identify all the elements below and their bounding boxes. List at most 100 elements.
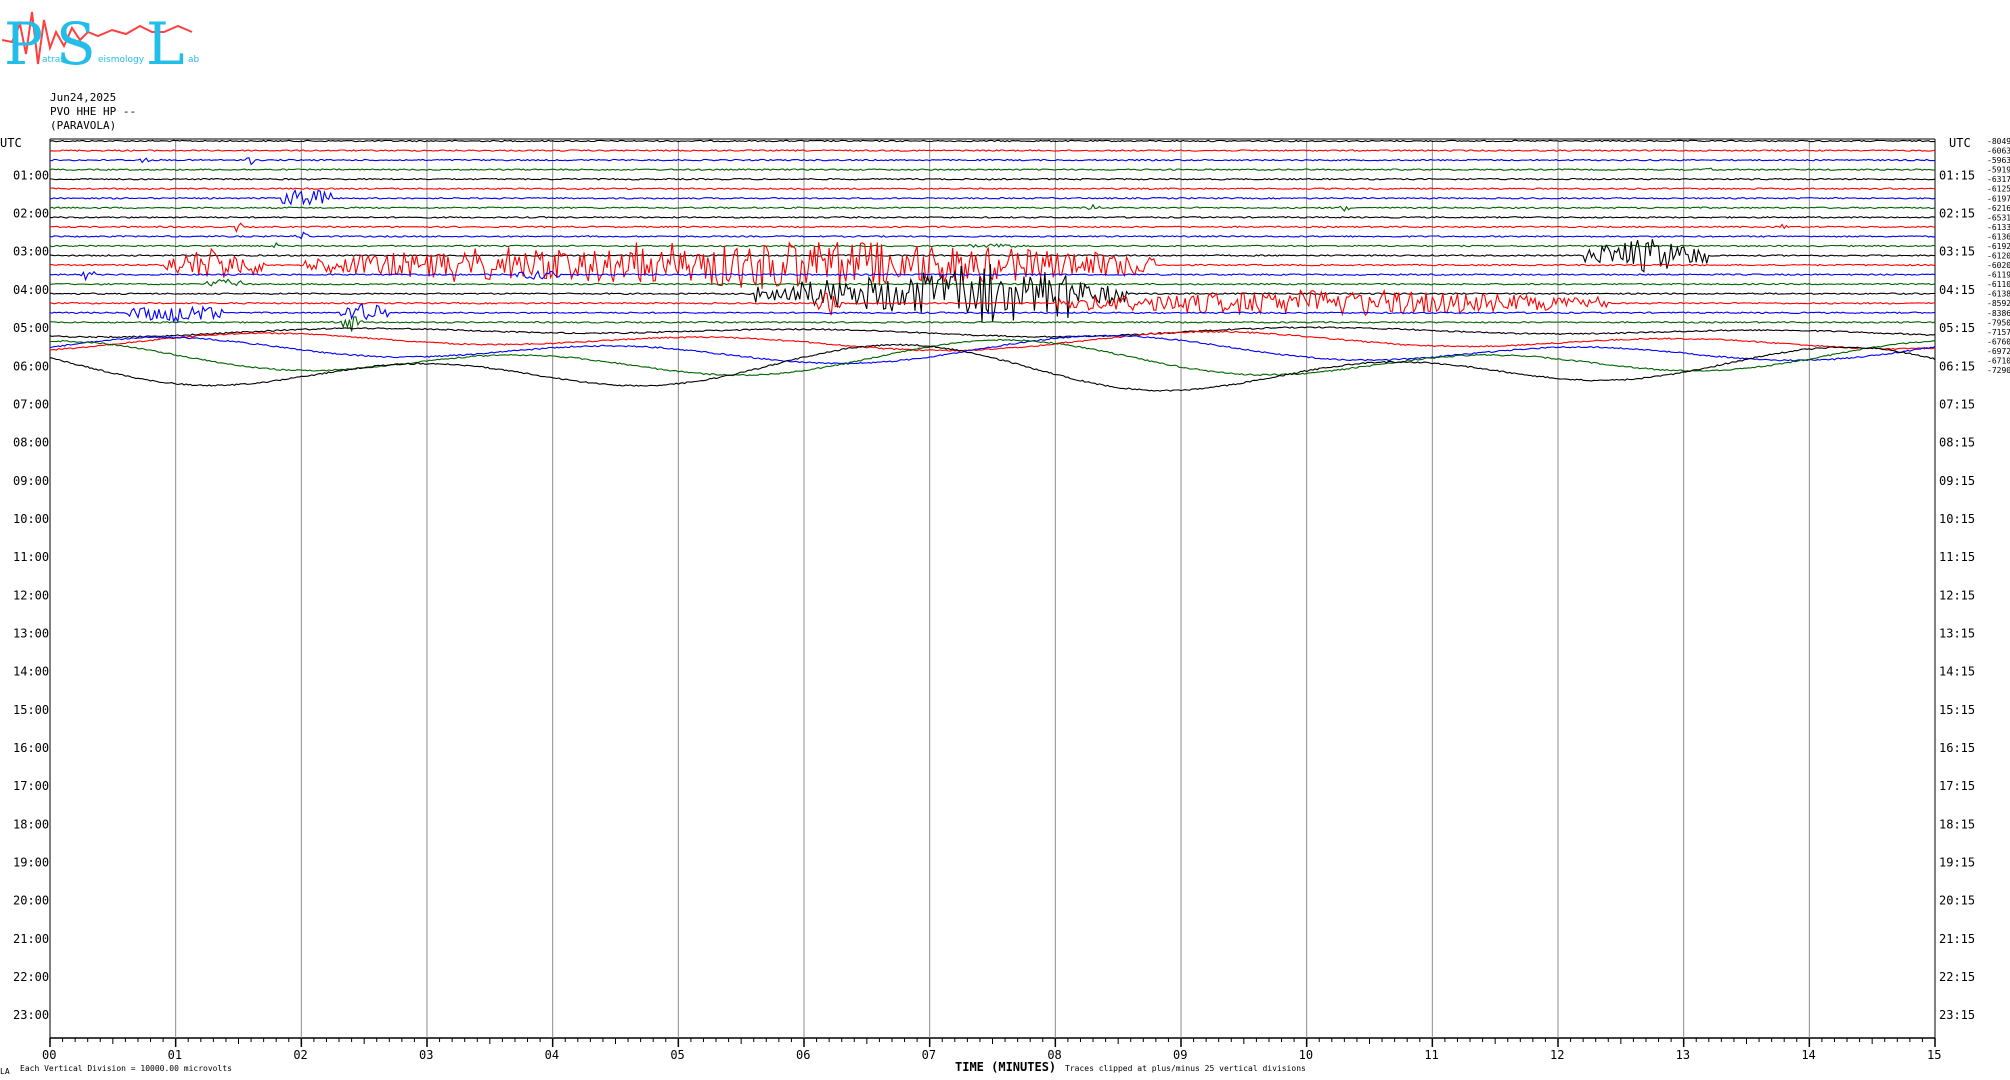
right-hour-label: 22:15: [1939, 970, 1975, 984]
trace-line: [49, 222, 1936, 233]
trace-offset-label: -6138: [1987, 290, 2010, 299]
left-hour-label: 10:00: [13, 512, 49, 526]
right-hour-label: 19:15: [1939, 855, 1975, 869]
trace-offset-label: -7290: [1987, 366, 2010, 375]
right-hour-label: 20:15: [1939, 894, 1975, 908]
trace-offset-label: -6020: [1987, 261, 2010, 270]
left-hour-label: 19:00: [13, 855, 49, 869]
trace-offset-label: -6120: [1987, 252, 2010, 261]
right-hour-label: 13:15: [1939, 626, 1975, 640]
right-hour-label: 06:15: [1939, 359, 1975, 373]
right-hour-label: 12:15: [1939, 588, 1975, 602]
trace-offset-label: -5963: [1987, 156, 2010, 165]
trace-offset-label: -6125: [1987, 185, 2010, 194]
trace-offset-label: -6197: [1987, 194, 2010, 203]
left-hour-label: 04:00: [13, 283, 49, 297]
trace-line: [49, 139, 1936, 143]
x-tick-label: 13: [1676, 1048, 1690, 1062]
right-hour-label: 09:15: [1939, 474, 1975, 488]
left-hour-label: 08:00: [13, 436, 49, 450]
left-hour-label: 02:00: [13, 207, 49, 221]
trace-line: [49, 330, 1936, 352]
trace-offset-label: -6192: [1987, 242, 2010, 251]
trace-line: [49, 149, 1936, 152]
trace-offset-label: -7950: [1987, 318, 2010, 327]
right-hour-label: 08:15: [1939, 436, 1975, 450]
clip-note: Traces clipped at plus/minus 25 vertical…: [1065, 1064, 1306, 1073]
trace-offset-label: -6216: [1987, 204, 2010, 213]
right-hour-label: 01:15: [1939, 168, 1975, 182]
trace-offset-label: -8049: [1987, 137, 2010, 146]
left-hour-label: 09:00: [13, 474, 49, 488]
trace-line: [50, 264, 1936, 323]
right-hour-label: 23:15: [1939, 1008, 1975, 1022]
right-hour-label: 14:15: [1939, 665, 1975, 679]
left-hour-label: 13:00: [13, 626, 49, 640]
trace-line: [49, 343, 1936, 392]
trace-offset-label: -6133: [1987, 223, 2010, 232]
x-tick-label: 11: [1424, 1048, 1438, 1062]
right-hour-label: 02:15: [1939, 207, 1975, 221]
left-hour-label: 01:00: [13, 168, 49, 182]
left-hour-label: 18:00: [13, 817, 49, 831]
left-hour-label: 22:00: [13, 970, 49, 984]
left-hour-label: 15:00: [13, 703, 49, 717]
right-hour-label: 18:15: [1939, 817, 1975, 831]
right-hour-label: 21:15: [1939, 932, 1975, 946]
x-tick-label: 03: [419, 1048, 433, 1062]
trace-offset-label: -7157: [1987, 328, 2010, 337]
left-hour-label: 12:00: [13, 588, 49, 602]
left-hour-label: 17:00: [13, 779, 49, 793]
trace-offset-label: -6063: [1987, 147, 2010, 156]
x-axis-title: TIME (MINUTES): [955, 1060, 1056, 1074]
trace-offset-label: -6110: [1987, 280, 2010, 289]
trace-line: [49, 241, 1936, 289]
trace-offset-label: -6531: [1987, 213, 2010, 222]
trace-offset-label: -6136: [1987, 232, 2010, 241]
trace-offset-label: -6710: [1987, 356, 2010, 365]
trace-line: [49, 215, 1936, 219]
x-tick-label: 12: [1550, 1048, 1564, 1062]
trace-line: [49, 188, 1936, 206]
left-hour-label: 07:00: [13, 397, 49, 411]
left-hour-label: 16:00: [13, 741, 49, 755]
right-hour-label: 04:15: [1939, 283, 1975, 297]
right-hour-label: 07:15: [1939, 397, 1975, 411]
seismic-traces: [49, 139, 1936, 392]
x-tick-label: 06: [796, 1048, 810, 1062]
left-hour-label: 21:00: [13, 932, 49, 946]
trace-offset-label: -6760: [1987, 337, 2010, 346]
corner-mark: LA: [0, 1067, 10, 1076]
right-hour-label: 11:15: [1939, 550, 1975, 564]
trace-line: [49, 177, 1936, 181]
trace-line: [49, 278, 1936, 287]
right-hour-label: 16:15: [1939, 741, 1975, 755]
right-hour-label: 05:15: [1939, 321, 1975, 335]
x-tick-label: 02: [293, 1048, 307, 1062]
left-hour-label: 06:00: [13, 359, 49, 373]
axis-labels: 00 01 02 03 04 05 06 07 08 09 10 11 12 13 14 1501:0002:…: [13, 137, 2010, 1062]
x-tick-label: 07: [922, 1048, 936, 1062]
x-tick-label: 00: [42, 1048, 56, 1062]
x-tick-label: 01: [168, 1048, 182, 1062]
trace-offset-label: -8592: [1987, 299, 2010, 308]
trace-line: [50, 187, 1936, 191]
x-tick-label: 04: [545, 1048, 559, 1062]
x-tick-label: 14: [1801, 1048, 1815, 1062]
trace-offset-label: -5919: [1987, 166, 2010, 175]
right-hour-label: 17:15: [1939, 779, 1975, 793]
left-axis-title: UTC: [0, 136, 22, 150]
trace-line: [49, 167, 1936, 171]
left-hour-label: 03:00: [13, 245, 49, 259]
right-hour-label: 03:15: [1939, 245, 1975, 259]
trace-offset-label: -6119: [1987, 271, 2010, 280]
left-hour-label: 11:00: [13, 550, 49, 564]
trace-offset-label: -6972: [1987, 347, 2010, 356]
left-hour-label: 20:00: [13, 894, 49, 908]
x-tick-label: 09: [1173, 1048, 1187, 1062]
trace-offset-label: -8386: [1987, 309, 2010, 318]
left-hour-label: 14:00: [13, 665, 49, 679]
trace-line: [49, 231, 1936, 240]
right-hour-label: 15:15: [1939, 703, 1975, 717]
seismogram-plot: 00 01 02 03 04 05 06 07 08 09 10 11 12 13 14 1501:0002:…: [0, 136, 2010, 1076]
